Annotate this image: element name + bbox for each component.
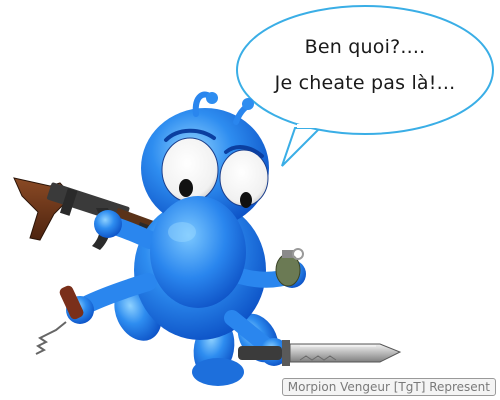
speech-line-2: Je cheate pas là!... (274, 72, 456, 94)
cartoon-scene (13, 5, 494, 386)
speech-line-1: Ben quoi?.... (304, 36, 426, 58)
image-caption: Morpion Vengeur [TgT] Represent (281, 378, 496, 396)
creature-snout (150, 196, 246, 308)
